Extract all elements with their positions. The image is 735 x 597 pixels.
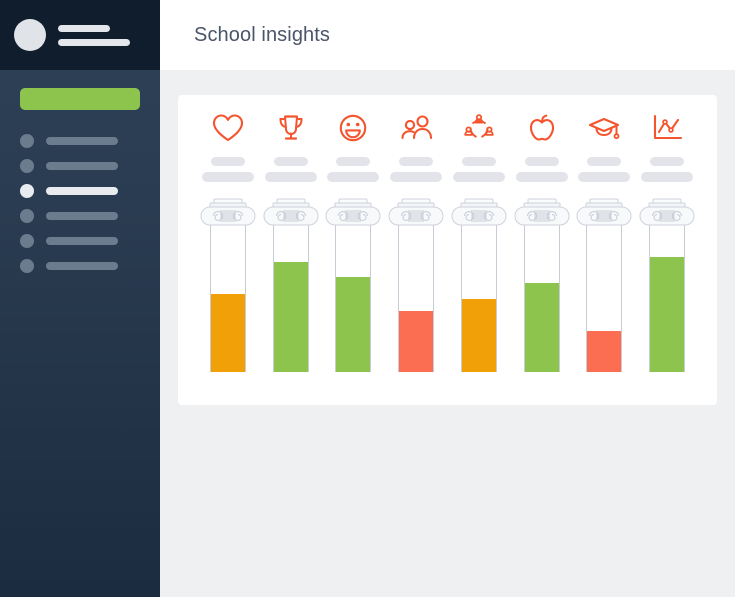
column-bar-2[interactable] (261, 197, 321, 372)
column-fill (336, 277, 371, 372)
column-bar-5[interactable] (449, 197, 509, 372)
sidebar-profile-header[interactable] (0, 0, 160, 70)
column-fill (211, 293, 245, 372)
graduation-cap-icon (587, 111, 621, 145)
metric-label-placeholder (515, 172, 568, 182)
people-icon (399, 111, 433, 145)
trophy-icon (274, 111, 308, 145)
content-area (160, 70, 735, 597)
metric-achievement[interactable] (261, 111, 321, 182)
metric-label-placeholder (640, 172, 693, 182)
column-bar-7[interactable] (574, 197, 634, 372)
main-area: School insights (160, 0, 735, 597)
sidebar (0, 0, 160, 597)
app-root: School insights (0, 0, 735, 597)
circle-icon (20, 134, 34, 148)
sidebar-item-label (46, 187, 118, 195)
column-fill (461, 299, 496, 372)
sidebar-item-label (46, 237, 118, 245)
column-bar-1[interactable] (198, 197, 258, 372)
teamwork-icon (462, 111, 496, 145)
metric-value-placeholder (587, 157, 622, 166)
sidebar-item-label (46, 262, 118, 270)
top-bar: School insights (160, 0, 735, 70)
ionic-capital-icon (387, 197, 445, 227)
circle-icon (20, 184, 34, 198)
column-fill (399, 311, 434, 372)
sidebar-item-4[interactable] (20, 209, 160, 223)
ionic-capital-icon (513, 197, 571, 227)
sidebar-item-label (46, 137, 118, 145)
metric-value-placeholder (273, 157, 308, 166)
metric-value-placeholder (336, 157, 371, 166)
sidebar-item-6[interactable] (20, 259, 160, 273)
circle-icon (20, 234, 34, 248)
metric-nutrition[interactable] (512, 111, 572, 182)
profile-placeholder-lines (58, 24, 130, 46)
sidebar-item-label (46, 212, 118, 220)
metric-value-placeholder (524, 157, 559, 166)
metric-label-placeholder (578, 172, 631, 182)
sidebar-item-label (46, 162, 118, 170)
column-bar-4[interactable] (386, 197, 446, 372)
column-tube (523, 224, 560, 372)
sidebar-cta-button[interactable] (20, 88, 140, 110)
metric-teamwork[interactable] (449, 111, 509, 182)
sidebar-item-3[interactable] (20, 184, 160, 198)
apple-icon (525, 111, 559, 145)
sidebar-item-2[interactable] (20, 159, 160, 173)
metric-community[interactable] (386, 111, 446, 182)
column-fill (273, 262, 308, 372)
metrics-row (192, 111, 703, 182)
heart-icon (211, 111, 245, 145)
metric-performance[interactable] (637, 111, 697, 182)
ionic-capital-icon (324, 197, 382, 227)
metric-label-placeholder (327, 172, 380, 182)
column-fill (524, 283, 559, 372)
column-tube (210, 224, 246, 372)
column-tube (586, 224, 623, 372)
metric-value-placeholder (649, 157, 684, 166)
ionic-capital-icon (262, 197, 320, 227)
ionic-capital-icon (199, 197, 257, 227)
column-tube (272, 224, 309, 372)
ionic-capital-icon (450, 197, 508, 227)
column-tube (460, 224, 497, 372)
column-fill (649, 256, 684, 372)
column-fill (587, 330, 622, 372)
ionic-capital-icon (638, 197, 696, 227)
profile-name-placeholder (58, 24, 110, 32)
metric-happiness[interactable] (323, 111, 383, 182)
circle-icon (20, 159, 34, 173)
column-bar-6[interactable] (512, 197, 572, 372)
metric-wellbeing[interactable] (198, 111, 258, 182)
column-tube (648, 224, 685, 372)
sidebar-item-5[interactable] (20, 234, 160, 248)
column-bar-3[interactable] (323, 197, 383, 372)
metric-label-placeholder (202, 172, 254, 182)
insights-card (178, 95, 717, 405)
circle-icon (20, 259, 34, 273)
circle-icon (20, 209, 34, 223)
line-chart-icon (650, 111, 684, 145)
metric-label-placeholder (264, 172, 317, 182)
column-tube (398, 224, 435, 372)
smiley-face-icon (336, 111, 370, 145)
metric-graduation[interactable] (574, 111, 634, 182)
metric-value-placeholder (211, 157, 245, 166)
sidebar-nav (0, 134, 160, 273)
sidebar-item-1[interactable] (20, 134, 160, 148)
column-chart (192, 182, 703, 372)
metric-label-placeholder (452, 172, 505, 182)
avatar[interactable] (14, 19, 46, 51)
ionic-capital-icon (575, 197, 633, 227)
metric-value-placeholder (399, 157, 434, 166)
metric-label-placeholder (390, 172, 443, 182)
profile-detail-placeholder (58, 38, 130, 46)
page-title: School insights (194, 23, 331, 46)
column-tube (335, 224, 372, 372)
column-bar-8[interactable] (637, 197, 697, 372)
metric-value-placeholder (461, 157, 496, 166)
